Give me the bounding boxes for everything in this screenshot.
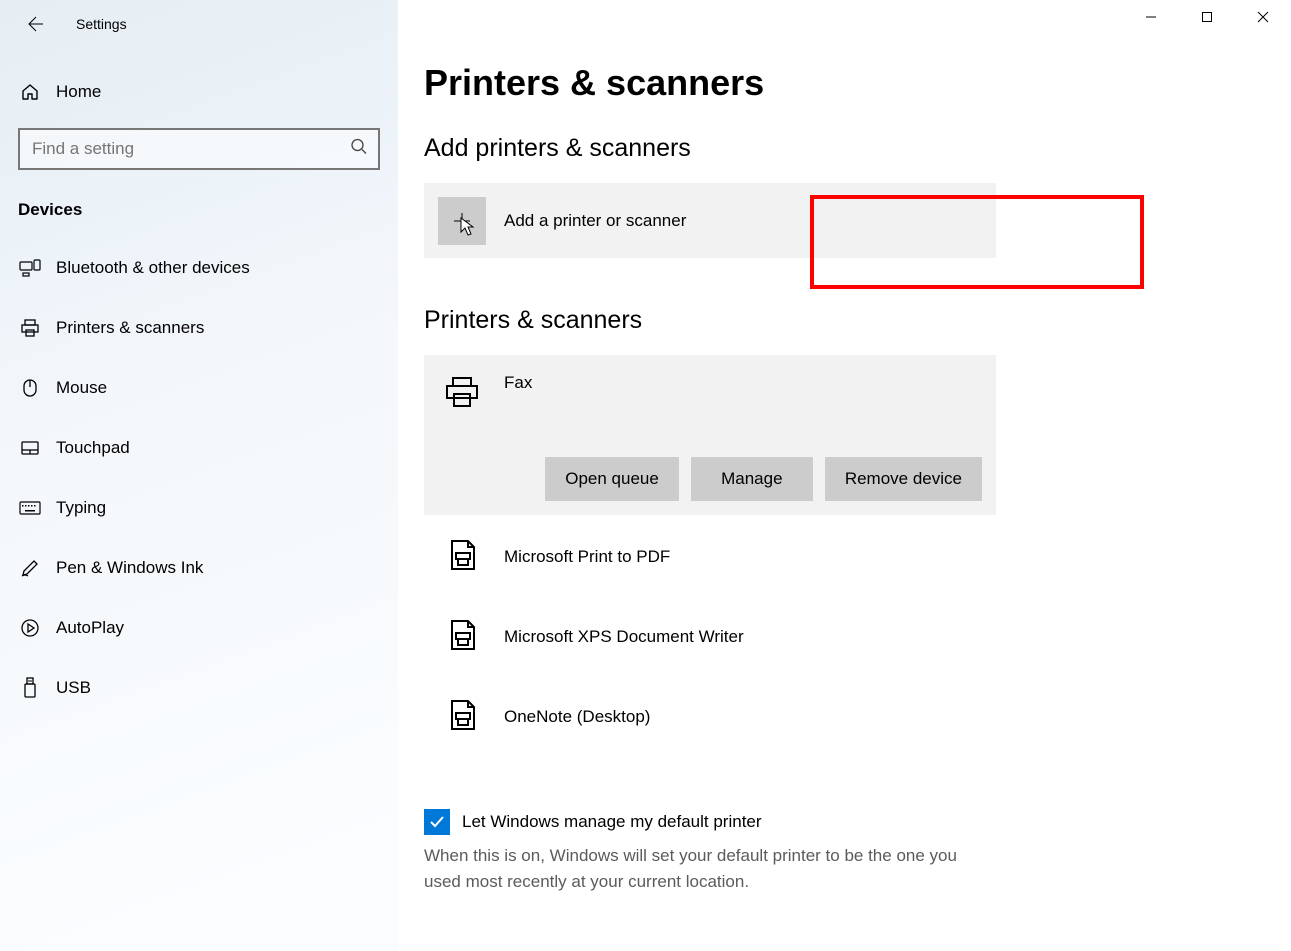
home-nav[interactable]: Home xyxy=(0,70,398,114)
print-to-file-icon xyxy=(438,531,486,579)
sidebar-item-pen[interactable]: Pen & Windows Ink xyxy=(0,538,398,598)
add-printer-label: Add a printer or scanner xyxy=(486,211,686,231)
sidebar-item-typing[interactable]: Typing xyxy=(0,478,398,538)
device-row-print-to-pdf[interactable]: Microsoft Print to PDF xyxy=(424,515,996,595)
sidebar-item-label: Touchpad xyxy=(42,438,130,458)
titlebar: Settings xyxy=(0,0,398,48)
printer-icon xyxy=(438,369,486,417)
sidebar-item-label: USB xyxy=(42,678,91,698)
window-controls xyxy=(1123,0,1291,34)
home-icon xyxy=(18,82,42,102)
printer-icon xyxy=(18,318,42,338)
search-wrap xyxy=(18,128,380,170)
pen-icon xyxy=(18,558,42,578)
back-button[interactable] xyxy=(16,4,56,44)
sidebar: Settings Home Devices Bluetooth & other … xyxy=(0,0,398,951)
close-button[interactable] xyxy=(1235,0,1291,34)
device-name: Fax xyxy=(486,369,532,393)
home-label: Home xyxy=(42,82,101,102)
mouse-icon xyxy=(18,378,42,398)
sidebar-item-autoplay[interactable]: AutoPlay xyxy=(0,598,398,658)
maximize-button[interactable] xyxy=(1179,0,1235,34)
autoplay-icon xyxy=(18,618,42,638)
device-name: Microsoft Print to PDF xyxy=(486,543,670,567)
touchpad-icon xyxy=(18,440,42,456)
print-to-file-icon xyxy=(438,691,486,739)
sidebar-item-label: AutoPlay xyxy=(42,618,124,638)
bluetooth-devices-icon xyxy=(18,259,42,277)
window-title: Settings xyxy=(56,16,127,32)
default-printer-checkbox-row: Let Windows manage my default printer xyxy=(424,809,1291,835)
device-name: Microsoft XPS Document Writer xyxy=(486,623,744,647)
sidebar-item-touchpad[interactable]: Touchpad xyxy=(0,418,398,478)
main-content-area: Printers & scanners Add printers & scann… xyxy=(398,0,1291,951)
sidebar-item-bluetooth[interactable]: Bluetooth & other devices xyxy=(0,238,398,298)
device-row-onenote[interactable]: OneNote (Desktop) xyxy=(424,675,996,755)
device-row-fax[interactable]: Fax Open queue Manage Remove device xyxy=(424,355,996,515)
sidebar-item-usb[interactable]: USB xyxy=(0,658,398,718)
manage-button[interactable]: Manage xyxy=(691,457,813,501)
sidebar-item-label: Mouse xyxy=(42,378,107,398)
sidebar-item-printers[interactable]: Printers & scanners xyxy=(0,298,398,358)
list-section-title: Printers & scanners xyxy=(424,306,1291,335)
sidebar-section-header: Devices xyxy=(0,170,398,238)
open-queue-button[interactable]: Open queue xyxy=(545,457,679,501)
sidebar-item-label: Bluetooth & other devices xyxy=(42,258,250,278)
default-printer-help-text: When this is on, Windows will set your d… xyxy=(424,843,984,894)
print-to-file-icon xyxy=(438,611,486,659)
sidebar-item-mouse[interactable]: Mouse xyxy=(0,358,398,418)
plus-icon xyxy=(438,197,486,245)
device-row-xps-writer[interactable]: Microsoft XPS Document Writer xyxy=(424,595,996,675)
default-printer-checkbox[interactable] xyxy=(424,809,450,835)
sidebar-item-label: Printers & scanners xyxy=(42,318,204,338)
device-name: OneNote (Desktop) xyxy=(486,703,650,727)
sidebar-item-label: Pen & Windows Ink xyxy=(42,558,203,578)
remove-device-button[interactable]: Remove device xyxy=(825,457,982,501)
search-input[interactable] xyxy=(18,128,380,170)
add-printer-button[interactable]: Add a printer or scanner xyxy=(424,183,996,258)
back-arrow-icon xyxy=(28,16,44,32)
checkmark-icon xyxy=(428,813,446,831)
add-section-title: Add printers & scanners xyxy=(424,134,1291,163)
minimize-button[interactable] xyxy=(1123,0,1179,34)
usb-icon xyxy=(18,677,42,699)
keyboard-icon xyxy=(18,501,42,515)
page-title: Printers & scanners xyxy=(424,62,1291,104)
sidebar-item-label: Typing xyxy=(42,498,106,518)
default-printer-label: Let Windows manage my default printer xyxy=(450,812,762,832)
